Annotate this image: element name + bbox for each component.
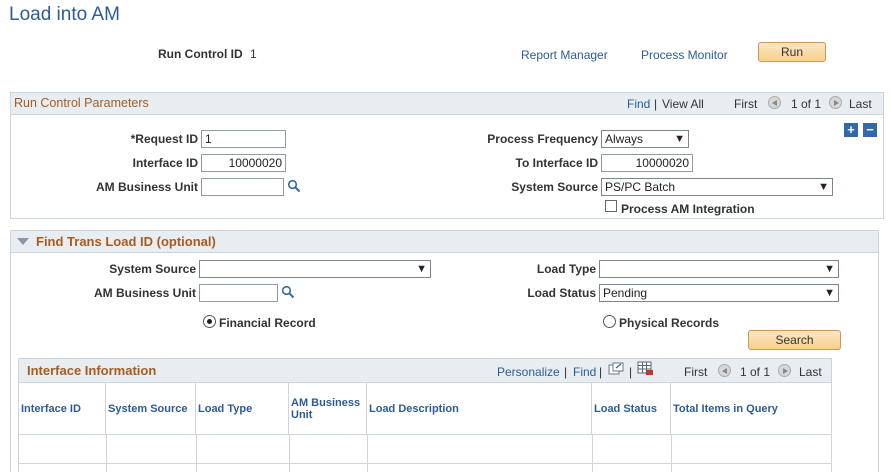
personalize-link[interactable]: Personalize [497,365,560,379]
run-control-parameters-title: Run Control Parameters [14,96,149,110]
run-control-id-label: Run Control ID [158,47,243,61]
lookup-search-icon[interactable] [287,179,301,193]
interface-information-title: Interface Information [27,363,157,378]
system-source-label: System Source [511,180,598,194]
system-source-select[interactable]: PS/PC Batch ▼ [601,178,833,196]
to-interface-id-input[interactable]: 10000020 [601,154,693,172]
chevron-down-icon: ▼ [818,181,829,193]
request-id-label: *Request ID [130,132,198,146]
search-button[interactable]: Search [748,330,841,350]
ft-am-business-unit-input[interactable] [199,284,278,302]
am-business-unit-input[interactable] [201,178,284,196]
chevron-down-icon: ▼ [824,287,835,299]
row-divider [671,435,672,472]
process-am-integration-label: Process AM Integration [621,202,755,216]
grid-row-count: 1 of 1 [740,365,771,379]
grid-next-row-icon[interactable] [778,363,791,378]
process-frequency-label: Process Frequency [487,132,598,146]
find-trans-title[interactable]: Find Trans Load ID (optional) [36,234,216,249]
col-load-description[interactable]: Load Description [367,383,592,435]
col-total-items-in-query[interactable]: Total Items in Query [671,383,831,435]
row-divider [289,435,290,472]
view-all-link[interactable]: View All [662,97,704,111]
grid-previous-row-icon[interactable] [718,363,731,378]
financial-record-label: Financial Record [219,316,316,330]
to-interface-id-label: To Interface ID [515,156,598,170]
first-label[interactable]: First [734,97,757,111]
grid-first-label[interactable]: First [684,365,707,379]
col-system-source[interactable]: System Source [106,383,196,435]
col-load-status[interactable]: Load Status [592,383,671,435]
chevron-down-icon: ▼ [674,133,685,145]
chevron-down-icon: ▼ [824,263,835,275]
physical-records-label: Physical Records [619,316,720,330]
load-type-select[interactable]: ▼ [599,260,839,278]
col-interface-id[interactable]: Interface ID [19,383,106,435]
interface-id-label: Interface ID [132,156,198,170]
load-status-label: Load Status [527,286,596,300]
row-divider [367,435,368,472]
pipe-separator: | [564,365,568,379]
run-button[interactable]: Run [758,42,826,62]
process-frequency-value: Always [605,132,644,146]
system-source-value: PS/PC Batch [605,180,676,194]
page-title: Load into AM [9,4,120,25]
run-control-id-value: 1 [250,47,257,61]
ft-lookup-search-icon[interactable] [281,285,295,299]
view-in-new-window-icon[interactable] [608,362,624,376]
next-row-icon[interactable] [829,95,842,110]
chevron-down-icon: ▼ [416,263,427,275]
ft-system-source-label: System Source [109,262,196,276]
physical-records-radio[interactable] [603,315,616,328]
process-monitor-link[interactable]: Process Monitor [641,48,728,62]
report-manager-link[interactable]: Report Manager [521,48,608,62]
row-divider [592,435,593,472]
am-business-unit-label: AM Business Unit [95,180,198,194]
ft-am-business-unit-label: AM Business Unit [93,286,196,300]
col-am-business-unit[interactable]: AM Business Unit [289,383,367,435]
row-divider [196,435,197,472]
pipe-separator: | [654,97,658,111]
load-type-label: Load Type [536,262,596,276]
radio-selected-dot [207,319,212,324]
add-row-icon[interactable]: + [844,123,858,137]
load-status-value: Pending [603,286,648,300]
process-am-integration-checkbox[interactable] [605,200,617,212]
table-row [19,463,831,464]
row-count: 1 of 1 [791,97,822,111]
grid-last-label[interactable]: Last [799,365,822,379]
previous-row-icon[interactable] [768,95,781,110]
col-load-type[interactable]: Load Type [196,383,289,435]
find-link[interactable]: Find [627,97,650,111]
load-status-select[interactable]: Pending ▼ [599,284,839,302]
row-divider [106,435,107,472]
interface-id-input[interactable]: 10000020 [201,154,286,172]
download-spreadsheet-icon[interactable] [637,361,654,376]
last-label[interactable]: Last [849,97,872,111]
financial-record-radio[interactable] [203,315,216,328]
grid-find-link[interactable]: Find [573,365,596,379]
delete-row-icon[interactable]: − [863,123,877,137]
request-id-input[interactable]: 1 [201,130,286,148]
collapse-triangle-icon[interactable] [17,238,29,245]
pipe-separator: | [599,365,603,379]
ft-system-source-select[interactable]: ▼ [199,260,431,278]
process-frequency-select[interactable]: Always ▼ [601,130,689,148]
pipe-separator: | [629,365,633,379]
